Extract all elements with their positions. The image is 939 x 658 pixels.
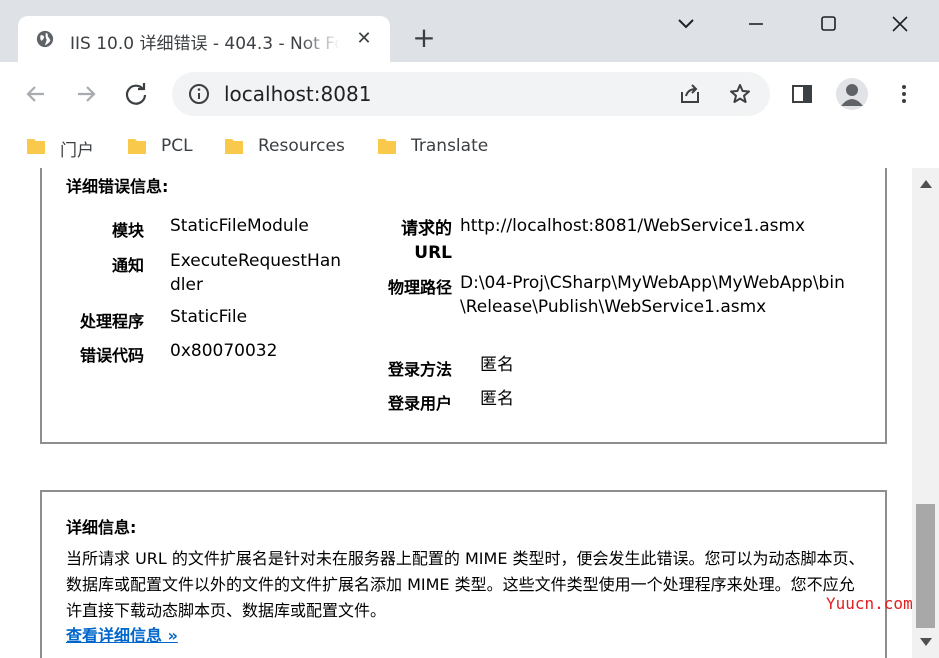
scrollbar-thumb[interactable] <box>916 504 935 628</box>
bookmark-label: Translate <box>411 136 489 156</box>
field-label-request-url: 请求的 URL <box>401 219 452 263</box>
watermark: Yuucn.com <box>826 594 913 613</box>
folder-icon <box>27 139 45 154</box>
tab-bar: IIS 10.0 详细错误 - 404.3 - Not Found ✕ + <box>0 0 939 62</box>
field-value-module: StaticFileModule <box>170 216 309 236</box>
address-bar[interactable]: localhost:8081 <box>172 72 770 116</box>
scroll-down-arrow-icon[interactable] <box>920 638 932 646</box>
folder-icon <box>225 139 243 154</box>
field-label-error-code: 错误代码 <box>79 346 144 365</box>
field-label-handler: 处理程序 <box>79 312 144 331</box>
field-value-logon-method: 匿名 <box>480 355 514 375</box>
field-label-logon-user: 登录用户 <box>387 394 452 413</box>
minimize-icon[interactable] <box>742 12 770 36</box>
field-label-notification: 通知 <box>111 256 144 275</box>
more-info-box: 详细信息: 当所请求 URL 的文件扩展名是针对未在服务器上配置的 MIME 类… <box>40 490 887 658</box>
folder-icon <box>128 139 146 154</box>
browser-window: IIS 10.0 详细错误 - 404.3 - Not Found ✕ + <box>0 0 939 658</box>
info-icon[interactable] <box>188 83 210 105</box>
chevron-down-icon[interactable] <box>672 12 700 36</box>
avatar[interactable] <box>836 78 868 110</box>
maximize-icon[interactable] <box>814 12 842 36</box>
field-label-logon-method: 登录方法 <box>387 360 452 379</box>
toolbar: localhost:8081 <box>0 62 939 126</box>
close-icon[interactable]: ✕ <box>354 29 374 49</box>
error-details-heading: 详细错误信息: <box>66 177 169 196</box>
field-label-physical-path: 物理路径 <box>387 278 452 297</box>
bookmarks-bar: 门户 PCL Resources Translate <box>0 126 939 168</box>
tab-active[interactable]: IIS 10.0 详细错误 - 404.3 - Not Found ✕ <box>18 16 390 62</box>
forward-arrow-icon[interactable] <box>72 80 100 108</box>
field-label-module: 模块 <box>111 221 144 240</box>
reload-icon[interactable] <box>122 80 150 108</box>
vertical-scrollbar[interactable] <box>912 168 939 658</box>
scroll-up-arrow-icon[interactable] <box>920 180 932 188</box>
side-panel-icon[interactable] <box>790 82 814 106</box>
globe-icon <box>36 30 54 48</box>
more-vert-icon[interactable] <box>892 82 916 106</box>
view-more-link[interactable]: 查看详细信息 » <box>66 622 178 646</box>
back-arrow-icon[interactable] <box>22 80 50 108</box>
field-value-logon-user: 匿名 <box>480 389 514 409</box>
url-text[interactable]: localhost:8081 <box>224 82 371 106</box>
more-info-heading: 详细信息: <box>66 518 137 537</box>
share-icon[interactable] <box>678 82 702 106</box>
bookmark-label: Resources <box>258 136 345 156</box>
bookmark-label: 门户 <box>60 141 94 161</box>
field-value-error-code: 0x80070032 <box>170 341 278 361</box>
person-icon <box>841 84 863 106</box>
window-close-icon[interactable] <box>886 12 914 36</box>
page-content: 详细错误信息: 模块 StaticFileModule 通知 ExecuteRe… <box>0 168 939 658</box>
field-value-request-url: http://localhost:8081/WebService1.asmx <box>460 216 806 236</box>
field-value-notification: ExecuteRequestHandler <box>170 251 342 295</box>
new-tab-plus-icon[interactable]: + <box>410 24 438 52</box>
folder-icon <box>378 139 396 154</box>
tab-title: IIS 10.0 详细错误 - 404.3 - Not Found <box>70 34 340 54</box>
more-info-description: 当所请求 URL 的文件扩展名是针对未在服务器上配置的 MIME 类型时，便会发… <box>66 549 865 620</box>
field-value-physical-path: D:\04-Proj\CSharp\MyWebApp\MyWebApp\bin\… <box>460 273 845 317</box>
star-icon[interactable] <box>728 82 752 106</box>
error-details-box: 详细错误信息: 模块 StaticFileModule 通知 ExecuteRe… <box>40 168 887 444</box>
bookmark-label: PCL <box>161 136 193 156</box>
field-value-handler: StaticFile <box>170 307 248 327</box>
